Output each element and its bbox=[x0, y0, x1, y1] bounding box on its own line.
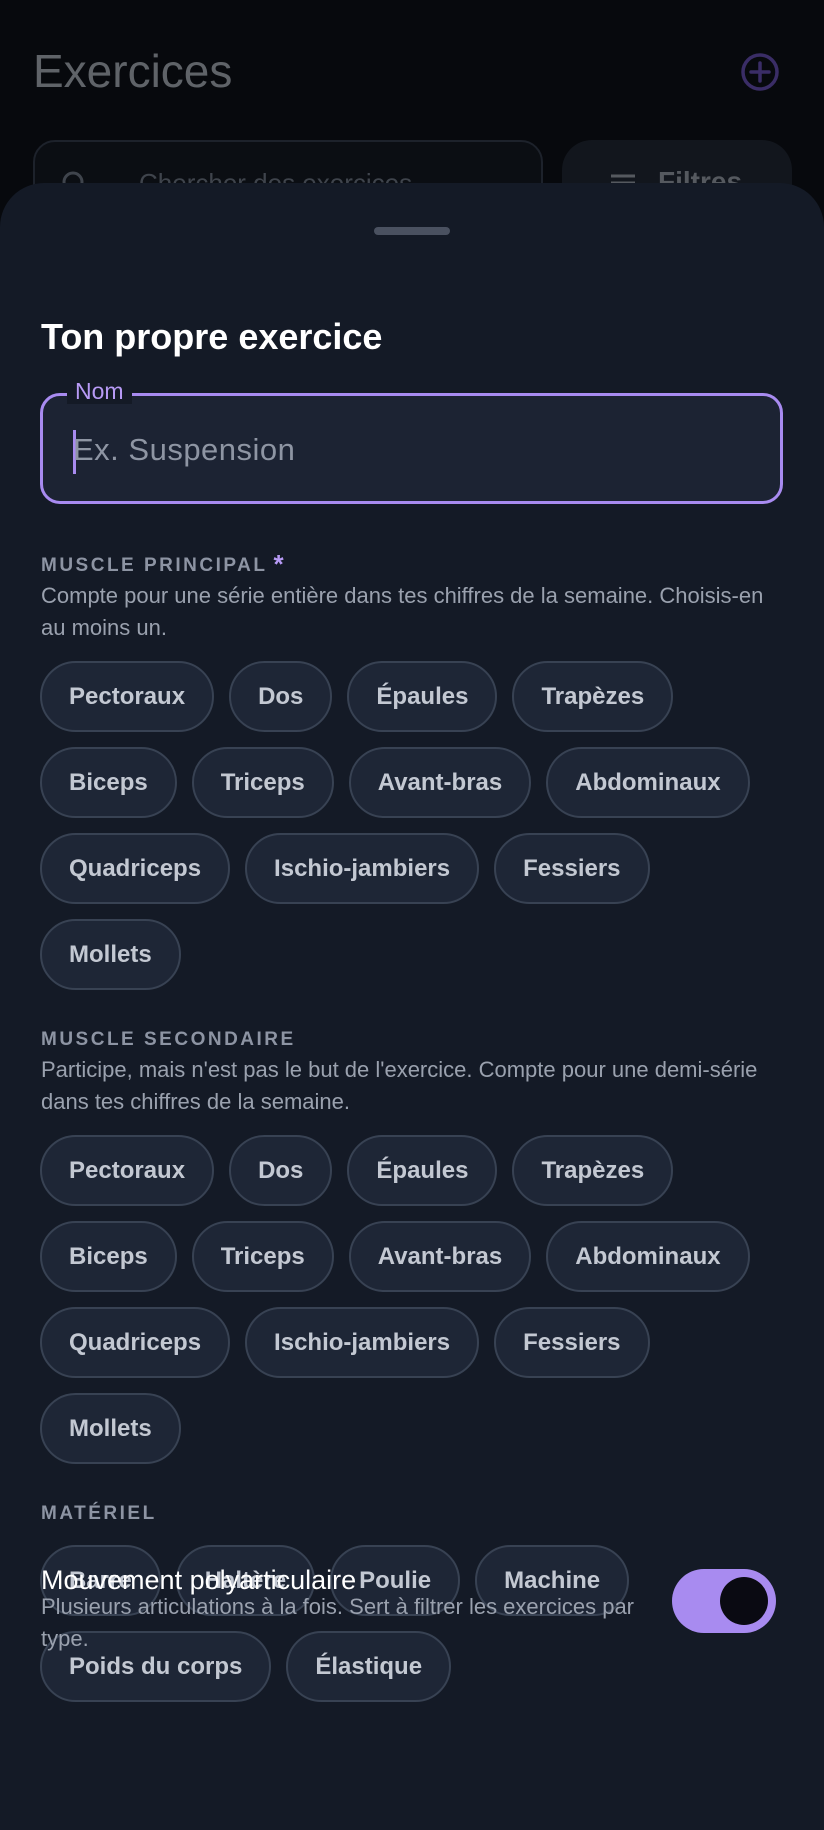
name-field[interactable]: Nom bbox=[40, 378, 783, 504]
required-asterisk: * bbox=[273, 549, 287, 579]
chip-abdominaux[interactable]: Abdominaux bbox=[546, 747, 750, 818]
chip-trapezes[interactable]: Trapèzes bbox=[512, 661, 674, 732]
primary-muscle-heading: MUSCLE PRINCIPAL * bbox=[41, 549, 286, 580]
page-title: Exercices bbox=[33, 45, 233, 97]
chip-biceps[interactable]: Biceps bbox=[40, 747, 177, 818]
chip-triceps[interactable]: Triceps bbox=[191, 1221, 334, 1292]
chip-row: Biceps Triceps Avant-bras Abdominaux bbox=[40, 747, 800, 818]
create-exercise-sheet: Ton propre exercice Nom MUSCLE PRINCIPAL… bbox=[0, 183, 824, 1830]
chip-avant-bras[interactable]: Avant-bras bbox=[348, 747, 532, 818]
drag-handle[interactable] bbox=[374, 227, 450, 235]
chip-quadriceps[interactable]: Quadriceps bbox=[40, 833, 231, 904]
chip-trapezes[interactable]: Trapèzes bbox=[512, 1135, 674, 1206]
primary-muscle-description: Compte pour une série entière dans tes c… bbox=[41, 583, 764, 640]
chip-fessiers[interactable]: Fessiers bbox=[494, 833, 650, 904]
sheet-title: Ton propre exercice bbox=[41, 316, 383, 357]
equipment-heading: MATÉRIEL bbox=[41, 1503, 157, 1524]
chip-ischio-jambiers[interactable]: Ischio-jambiers bbox=[245, 1307, 480, 1378]
compound-movement-description: Plusieurs articulations à la fois. Sert … bbox=[41, 1594, 635, 1651]
chip-epaules[interactable]: Épaules bbox=[347, 1135, 498, 1206]
name-input[interactable] bbox=[73, 422, 753, 478]
chip-row: Mollets bbox=[40, 1393, 800, 1464]
chip-epaules[interactable]: Épaules bbox=[347, 661, 498, 732]
chip-dos[interactable]: Dos bbox=[229, 661, 333, 732]
chip-row: Mollets bbox=[40, 919, 800, 990]
chip-abdominaux[interactable]: Abdominaux bbox=[546, 1221, 750, 1292]
chip-fessiers[interactable]: Fessiers bbox=[494, 1307, 650, 1378]
chip-row: Quadriceps Ischio-jambiers Fessiers bbox=[40, 833, 800, 904]
chip-dos[interactable]: Dos bbox=[229, 1135, 333, 1206]
chip-biceps[interactable]: Biceps bbox=[40, 1221, 177, 1292]
chip-quadriceps[interactable]: Quadriceps bbox=[40, 1307, 231, 1378]
chip-row: Pectoraux Dos Épaules Trapèzes bbox=[40, 1135, 800, 1206]
compound-movement-toggle[interactable] bbox=[672, 1569, 776, 1633]
name-field-label: Nom bbox=[67, 378, 132, 404]
chip-row: Quadriceps Ischio-jambiers Fessiers bbox=[40, 1307, 800, 1378]
chip-avant-bras[interactable]: Avant-bras bbox=[348, 1221, 532, 1292]
chip-pectoraux[interactable]: Pectoraux bbox=[40, 1135, 215, 1206]
add-circle-icon[interactable] bbox=[740, 52, 780, 92]
chip-mollets[interactable]: Mollets bbox=[40, 1393, 181, 1464]
chip-pectoraux[interactable]: Pectoraux bbox=[40, 661, 215, 732]
secondary-muscle-heading: MUSCLE SECONDAIRE bbox=[41, 1029, 296, 1050]
secondary-muscle-description: Participe, mais n'est pas le but de l'ex… bbox=[41, 1057, 758, 1114]
chip-row: Pectoraux Dos Épaules Trapèzes bbox=[40, 661, 800, 732]
chip-triceps[interactable]: Triceps bbox=[191, 747, 334, 818]
secondary-muscle-chips: Pectoraux Dos Épaules Trapèzes Biceps Triceps… bbox=[40, 1135, 800, 1479]
primary-muscle-chips: Pectoraux Dos Épaules Trapèzes Biceps Triceps… bbox=[40, 661, 800, 1005]
chip-ischio-jambiers[interactable]: Ischio-jambiers bbox=[245, 833, 480, 904]
primary-muscle-heading-text: MUSCLE PRINCIPAL bbox=[41, 555, 268, 576]
toggle-knob bbox=[720, 1577, 768, 1625]
chip-mollets[interactable]: Mollets bbox=[40, 919, 181, 990]
chip-row: Biceps Triceps Avant-bras Abdominaux bbox=[40, 1221, 800, 1292]
